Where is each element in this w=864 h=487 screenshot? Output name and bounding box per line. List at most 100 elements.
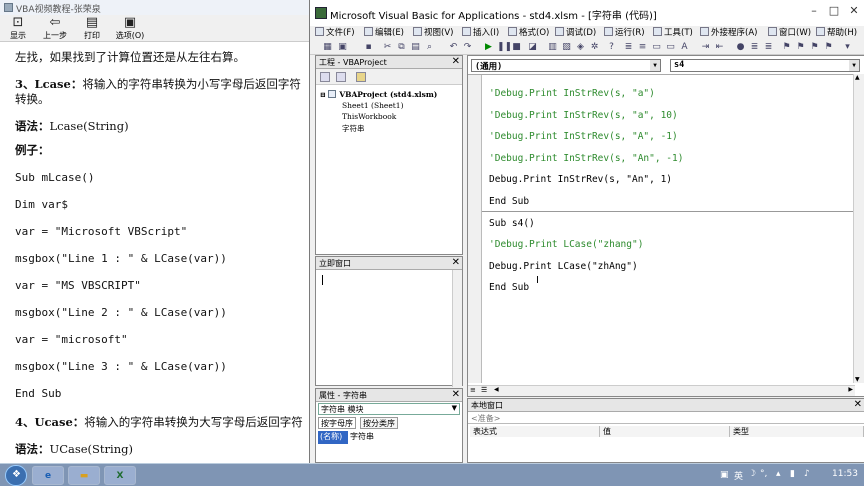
menu-view[interactable]: 视图(V) xyxy=(413,26,453,38)
excel-view-icon[interactable]: ▦ xyxy=(322,42,333,53)
vertical-scrollbar[interactable] xyxy=(452,270,462,387)
clear-bookmarks-icon[interactable]: ⚑ xyxy=(823,42,834,53)
comment-block-icon[interactable]: ≣ xyxy=(749,42,760,53)
network-icon[interactable]: ▮ xyxy=(790,469,795,479)
scroll-right-icon[interactable]: ▶ xyxy=(848,386,853,393)
find-icon[interactable]: ⌕ xyxy=(424,42,435,53)
object-browser-icon[interactable]: ◈ xyxy=(575,42,586,53)
project-explorer-icon[interactable]: ▥ xyxy=(547,42,558,53)
tree-item-label: ThisWorkbook xyxy=(342,112,397,121)
immediate-input[interactable] xyxy=(316,270,462,387)
toolbar-options-icon[interactable]: ▾ xyxy=(842,42,853,53)
start-button[interactable]: ❖ xyxy=(5,465,27,486)
menu-addins[interactable]: 外接程序(A) xyxy=(700,26,757,38)
toggle-bookmark-icon[interactable]: ⚑ xyxy=(781,42,792,53)
maximize-icon[interactable]: □ xyxy=(825,4,843,18)
column-header-expression[interactable]: 表达式 xyxy=(470,426,600,437)
column-header-type[interactable]: 类型 xyxy=(730,426,864,437)
code-editor[interactable]: 'Debug.Print InStrRev(s, "a") 'Debug.Pri… xyxy=(468,74,855,383)
options-button[interactable]: ▣ 选项(O) xyxy=(113,16,147,41)
close-icon[interactable]: ✕ xyxy=(452,257,460,268)
property-row-name[interactable]: (名称) 字符串 xyxy=(318,431,460,444)
paste-icon[interactable]: ▤ xyxy=(410,42,421,53)
quick-info-icon[interactable]: ▭ xyxy=(651,42,662,53)
menu-insert[interactable]: 插入(I) xyxy=(462,26,499,38)
close-icon[interactable]: ✕ xyxy=(845,4,863,18)
procedure-combo[interactable]: s4 ▼ xyxy=(670,59,860,72)
menu-run[interactable]: 运行(R) xyxy=(604,26,645,38)
print-button[interactable]: ▤ 打印 xyxy=(77,16,107,41)
full-module-view-icon[interactable]: ☰ xyxy=(481,386,487,394)
code-line: Debug.Print InStrRev(s, "An", 1) xyxy=(489,174,673,185)
close-icon[interactable]: ✕ xyxy=(854,399,862,410)
menu-file[interactable]: 文件(F) xyxy=(315,26,355,38)
scroll-left-icon[interactable]: ◀ xyxy=(494,386,499,393)
toolbox-icon[interactable]: ✲ xyxy=(589,42,600,53)
input-language[interactable]: 英 xyxy=(734,469,743,482)
outdent-icon[interactable]: ⇤ xyxy=(714,42,725,53)
prev-bookmark-icon[interactable]: ⚑ xyxy=(809,42,820,53)
close-icon[interactable]: ✕ xyxy=(452,56,460,67)
scroll-down-icon[interactable]: ▼ xyxy=(855,376,860,383)
undo-icon[interactable]: ↶ xyxy=(448,42,459,53)
cut-icon[interactable]: ✂ xyxy=(382,42,393,53)
show-button[interactable]: ⊡ 显示 xyxy=(3,16,33,41)
taskbar-app-explorer[interactable]: ▬ xyxy=(68,466,100,485)
project-root-node[interactable]: ⊟ VBAProject (std4.xlsm) xyxy=(320,90,437,99)
design-mode-icon[interactable]: ◪ xyxy=(527,42,538,53)
collapse-icon[interactable]: ⊟ xyxy=(320,90,328,99)
margin-indicator-bar[interactable] xyxy=(468,75,482,383)
break-icon[interactable]: ❚❚ xyxy=(497,42,512,53)
project-item-module[interactable]: 字符串 xyxy=(342,123,365,134)
toggle-folders-icon[interactable] xyxy=(356,72,366,82)
view-object-icon[interactable] xyxy=(336,72,346,82)
uncomment-block-icon[interactable]: ≣ xyxy=(763,42,774,53)
run-icon[interactable]: ▶ xyxy=(483,42,494,53)
project-item-sheet1[interactable]: Sheet1 (Sheet1) xyxy=(342,101,404,110)
menu-debug[interactable]: 调试(D) xyxy=(555,26,596,38)
close-icon[interactable]: ✕ xyxy=(452,389,460,400)
back-button[interactable]: ⇦ 上一步 xyxy=(40,16,70,41)
menu-window[interactable]: 窗口(W) xyxy=(768,26,811,38)
taskbar-app-ie[interactable]: e xyxy=(32,466,64,485)
taskbar-app-excel[interactable]: X xyxy=(104,466,136,485)
list-properties-icon[interactable]: ≣ xyxy=(623,42,634,53)
tab-alphabetic[interactable]: 按字母序 xyxy=(318,417,356,429)
parameter-info-icon[interactable]: ▭ xyxy=(665,42,676,53)
code-line: Sub s4() xyxy=(489,218,535,229)
minimize-icon[interactable]: – xyxy=(805,4,823,18)
help-icon[interactable]: ? xyxy=(606,42,617,53)
clock[interactable]: 11:53 xyxy=(832,469,858,479)
show-label: 显示 xyxy=(10,31,26,40)
lang-indicator-icon[interactable]: ▣ xyxy=(720,470,729,480)
next-bookmark-icon[interactable]: ⚑ xyxy=(795,42,806,53)
redo-icon[interactable]: ↷ xyxy=(462,42,473,53)
moon-icon[interactable]: ☽ xyxy=(748,469,756,479)
list-constants-icon[interactable]: ≡ xyxy=(637,42,648,53)
object-combo[interactable]: (通用) ▼ xyxy=(471,59,661,72)
volume-icon[interactable]: ♪ xyxy=(804,469,810,479)
object-selector[interactable]: 字符串 模块 ▼ xyxy=(318,403,460,415)
tray-expand-icon[interactable]: ▴ xyxy=(776,469,781,479)
punctuation-icon[interactable]: °, xyxy=(760,469,767,479)
horizontal-scrollbar[interactable]: ≡ ☰ ◀ ▶ xyxy=(468,385,855,396)
toggle-breakpoint-icon[interactable]: ● xyxy=(735,42,746,53)
tab-categorized[interactable]: 按分类序 xyxy=(360,417,398,429)
scroll-up-icon[interactable]: ▲ xyxy=(855,74,860,81)
column-header-value[interactable]: 值 xyxy=(600,426,730,437)
reset-icon[interactable]: ■ xyxy=(511,42,522,53)
copy-icon[interactable]: ⧉ xyxy=(396,42,407,53)
insert-module-icon[interactable]: ▣ xyxy=(337,42,348,53)
save-icon[interactable]: ▪ xyxy=(363,42,374,53)
complete-word-icon[interactable]: A xyxy=(679,42,690,53)
vertical-scrollbar[interactable]: ▲ ▼ xyxy=(853,74,864,383)
indent-icon[interactable]: ⇥ xyxy=(700,42,711,53)
project-item-thisworkbook[interactable]: ThisWorkbook xyxy=(342,112,396,121)
menu-format[interactable]: 格式(O) xyxy=(508,26,549,38)
menu-help[interactable]: 帮助(H) xyxy=(816,26,857,38)
view-code-icon[interactable] xyxy=(320,72,330,82)
menu-tools[interactable]: 工具(T) xyxy=(653,26,693,38)
properties-window-icon[interactable]: ▧ xyxy=(561,42,572,53)
menu-edit[interactable]: 编辑(E) xyxy=(364,26,404,38)
procedure-view-icon[interactable]: ≡ xyxy=(470,386,476,394)
